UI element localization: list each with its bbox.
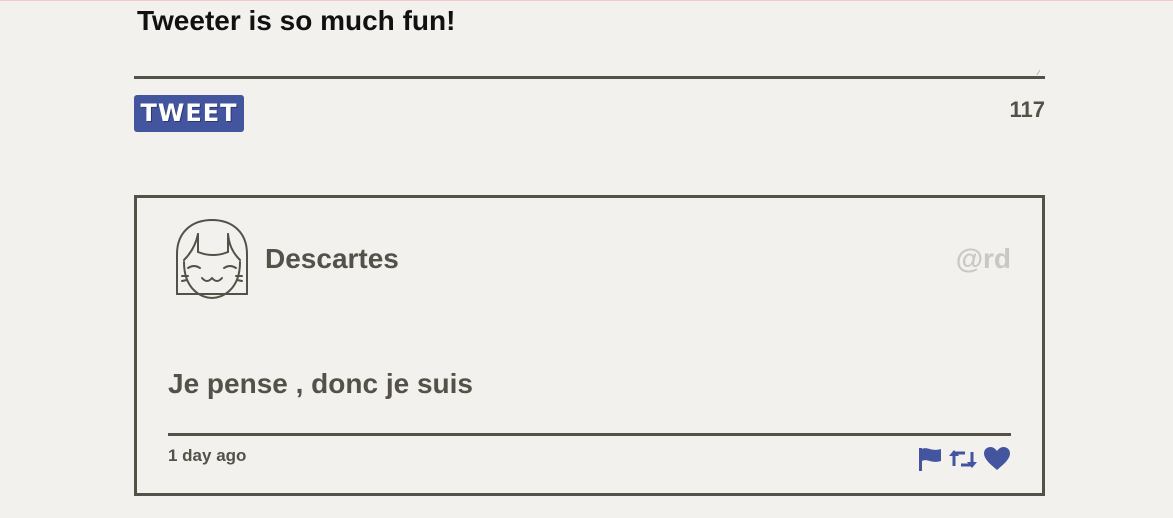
tweet-button[interactable]: TWEET: [134, 95, 244, 132]
flag-icon[interactable]: [917, 446, 943, 472]
tweet-timestamp: 1 day ago: [168, 446, 247, 465]
character-counter: 117: [1009, 97, 1046, 122]
heart-icon[interactable]: [983, 446, 1011, 472]
tweet-card: Descartes @rd Je pense , donc je suis 1 …: [134, 195, 1045, 496]
author-name: Descartes: [265, 243, 399, 274]
tweet-content: Je pense , donc je suis: [168, 368, 474, 399]
avatar: [176, 219, 248, 299]
top-border: [0, 0, 1173, 1]
retweet-icon[interactable]: [948, 446, 978, 472]
tweet-textarea[interactable]: Tweeter is so much fun!: [137, 4, 1017, 38]
textarea-underline: [134, 76, 1045, 79]
card-divider: [168, 433, 1011, 436]
author-handle: @rd: [955, 243, 1011, 274]
page: Tweeter is so much fun! ⁄ TWEET 117 Desc…: [0, 0, 1173, 518]
tweet-actions: [917, 445, 1011, 473]
